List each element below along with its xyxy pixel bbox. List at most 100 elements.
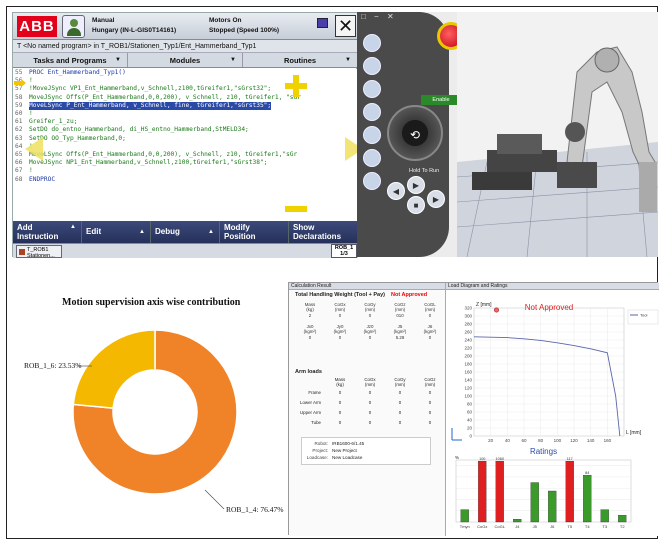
y-tick-label: 140 <box>464 378 472 383</box>
y-tick-label: 300 <box>464 314 472 319</box>
table-row: Frame 0 0 0 0 <box>295 387 445 397</box>
code-line[interactable]: 61 Greifer_1_zu; <box>13 118 358 126</box>
code-line[interactable]: 68 ENDPROC <box>13 176 358 184</box>
rating-value-label: 117 <box>567 457 573 461</box>
rating-bar-t4 <box>583 475 592 523</box>
code-line[interactable]: 62 SetDO do_entno_Hammerband, di_HS_entn… <box>13 126 358 134</box>
programmable-key-3[interactable] <box>363 80 381 98</box>
code-text: MoveJSync Offs(P_Ent_Hammerband,0,0,200)… <box>29 93 301 101</box>
quickset-rob-button[interactable]: ROB_1 1/3 <box>331 244 357 258</box>
table-cell: 0 <box>368 409 372 415</box>
table-cell: 0 <box>398 419 402 425</box>
y-tick-label: 120 <box>464 386 472 391</box>
y-tick-label: 240 <box>464 338 472 343</box>
start-button[interactable]: ▶ <box>407 176 425 194</box>
joystick[interactable]: ⟲ <box>387 105 443 161</box>
table-cell: 0 <box>368 399 372 405</box>
rating-category-label: CoGz <box>477 524 487 529</box>
table-cell: 0 <box>338 335 342 340</box>
show-declarations-button[interactable]: Show Declarations <box>289 221 358 243</box>
modify-label-2: Position <box>224 232 256 241</box>
ratings-y-label: % <box>455 455 459 460</box>
flexpendant-program-editor: ABB Manual Hungary (IN-L-GIS0T14161) Mot… <box>12 12 363 259</box>
line-number: 59 <box>15 101 23 109</box>
table-cell: CoGy (mm) <box>364 302 376 312</box>
add-instruction-button[interactable]: Add Instruction ▲ <box>13 221 82 243</box>
abb-menu-button[interactable]: ABB <box>17 16 57 37</box>
table-cell: 0 <box>368 335 372 340</box>
modify-position-button[interactable]: Modify Position <box>220 221 289 243</box>
hold-to-run-label[interactable]: Hold To Run <box>409 168 439 174</box>
step-forward-button[interactable]: ▶ <box>427 190 445 208</box>
code-text: MoveLSync Offs(P_Ent_Hammerband,0,0,200)… <box>29 151 298 159</box>
quickset-icon[interactable] <box>317 18 328 28</box>
rating-value-label: 100 <box>479 457 485 461</box>
rating-category-label: T2 <box>620 524 625 529</box>
programmable-key-1[interactable] <box>363 34 381 52</box>
robot-3d-view[interactable] <box>457 12 658 257</box>
jog-plus-icon[interactable] <box>285 75 307 97</box>
table-cell: CoGz (mm) <box>394 302 406 312</box>
table-cell: Mass (kg) <box>304 302 316 312</box>
table-cell: Jz0 (kgm²) <box>363 324 377 334</box>
table-cell: CoGx (mm) <box>364 377 376 387</box>
close-button[interactable]: ✕ <box>335 15 356 37</box>
jog-mode-key[interactable] <box>363 149 381 167</box>
code-line[interactable]: 67 ! <box>13 167 358 175</box>
operating-mode-status: Manual Hungary (IN-L-GIS0T14161) <box>92 16 202 36</box>
enable-button[interactable]: Enable <box>421 95 461 105</box>
table-cell: 0 <box>428 313 432 318</box>
code-line[interactable]: 66 MoveJSync NP1_Ent_Hammerband,v_Schnel… <box>13 159 358 167</box>
menu-routines[interactable]: Routines <box>243 53 358 68</box>
edit-button[interactable]: Edit ▲ <box>82 221 151 243</box>
rating-category-label: J6 <box>550 524 555 529</box>
line-number: 62 <box>15 126 23 134</box>
table-cell: 0 <box>398 409 402 415</box>
program-path: T <No named program> in T_ROB1/Stationen… <box>13 40 358 53</box>
programmable-key-4[interactable] <box>363 103 381 121</box>
x-tick-label: 160 <box>604 438 612 443</box>
increment-key[interactable] <box>363 172 381 190</box>
menu-tasks-and-programs[interactable]: Tasks and Programs <box>13 53 128 68</box>
table-cell: 0 <box>338 419 342 425</box>
table-cell: CoGy (mm) <box>394 377 406 387</box>
window-controls-icon[interactable]: □ − ✕ <box>357 12 427 22</box>
load-y-axis-label: Z [mm] <box>476 302 492 308</box>
approval-status: Not Approved <box>391 292 428 298</box>
info-row: Loadcase: New Loadcase <box>306 454 426 461</box>
table-row: Lower Arm 0 0 0 0 <box>295 397 445 407</box>
rating-category-label: J4 <box>515 524 520 529</box>
table-cell: 5.28 <box>395 335 405 340</box>
code-line[interactable]: 59 MoveLSync P_Ent_Hammerband, v_Schnell… <box>13 101 358 111</box>
code-line[interactable]: 60 ! <box>13 110 358 118</box>
mechanical-unit-key[interactable] <box>363 126 381 144</box>
y-tick-label: 40 <box>467 418 473 423</box>
step-backward-button[interactable]: ◀ <box>387 182 405 200</box>
info-value: New Project <box>332 448 357 453</box>
menu-modules[interactable]: Modules <box>128 53 243 68</box>
load-point-marker <box>493 307 499 313</box>
code-line[interactable]: 64 ! <box>13 143 358 151</box>
stop-button[interactable]: ■ <box>407 196 425 214</box>
status-bar: ABB Manual Hungary (IN-L-GIS0T14161) Mot… <box>13 13 358 40</box>
jog-minus-icon[interactable] <box>285 206 307 212</box>
slice-label-rob-1-4: ROB_1_4: 76.47% <box>226 505 284 514</box>
programmable-key-2[interactable] <box>363 57 381 75</box>
table-cell <box>295 377 325 387</box>
code-line[interactable]: 65 MoveLSync Offs(P_Ent_Hammerband,0,0,2… <box>13 151 358 159</box>
debug-button[interactable]: Debug ▲ <box>151 221 220 243</box>
calculation-result-panel: Calculation Result Total Handling Weight… <box>289 283 446 536</box>
table-cell: 0 <box>338 313 342 318</box>
table-cell: 0 <box>368 313 372 318</box>
rating-category-label: J5 <box>533 524 538 529</box>
table-cell: 0 <box>398 389 402 395</box>
x-tick-label: 120 <box>570 438 578 443</box>
editor-command-bar: Add Instruction ▲ Edit ▲ Debug ▲ Modify Posit… <box>13 221 358 243</box>
caret-up-icon: ▲ <box>70 224 76 230</box>
table-cell: 0 <box>338 399 342 405</box>
task-window-button[interactable]: T_ROB1 Stationen... <box>16 245 62 259</box>
code-line[interactable]: 63 SetDO OO_Typ_Hammerband,0; <box>13 135 358 143</box>
x-tick-label: 60 <box>521 438 527 443</box>
table-cell: 2 <box>308 313 312 318</box>
user-icon[interactable] <box>62 15 85 38</box>
